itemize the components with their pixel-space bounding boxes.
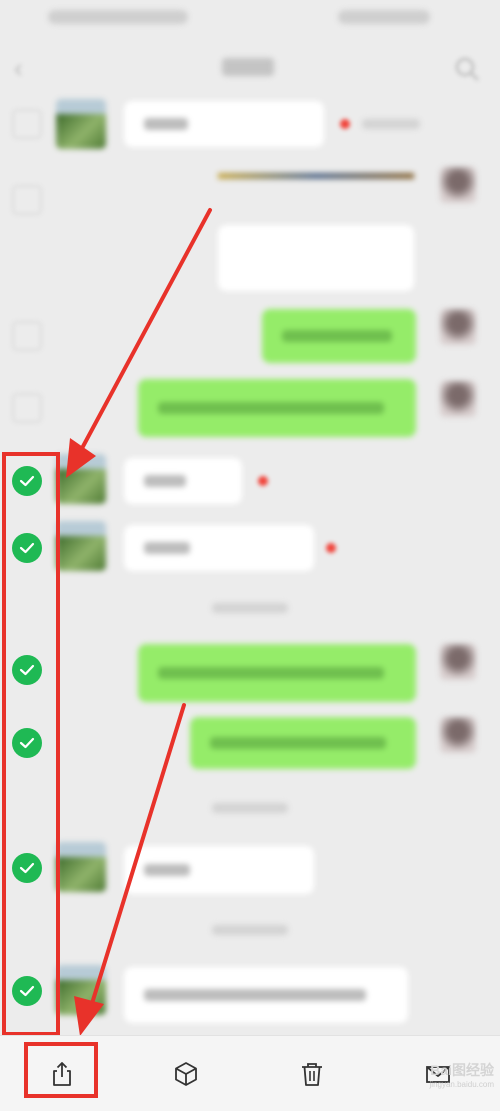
watermark-brand: Bai图经验: [430, 1062, 494, 1078]
message-bubble[interactable]: [124, 846, 314, 894]
avatar: [56, 842, 106, 892]
message-row[interactable]: [0, 838, 500, 900]
message-checkbox[interactable]: [12, 185, 42, 215]
message-meta: [362, 119, 420, 129]
message-bubble[interactable]: [190, 717, 416, 769]
message-checkbox[interactable]: [12, 109, 42, 139]
avatar: [56, 965, 106, 1015]
avatar: [440, 381, 476, 417]
message-row[interactable]: [0, 95, 500, 155]
message-row[interactable]: [0, 155, 500, 295]
message-row[interactable]: [0, 517, 500, 579]
chat-message-list: [0, 95, 500, 1035]
status-bar-left-info: [48, 10, 188, 24]
message-row[interactable]: [0, 713, 500, 773]
watermark-domain: jingyan.baidu.com: [429, 1080, 494, 1089]
shared-card-image: [218, 173, 414, 179]
status-bar: [0, 0, 500, 40]
message-row[interactable]: [0, 305, 500, 367]
message-row[interactable]: [0, 450, 500, 512]
status-bar-right-info: [338, 10, 430, 24]
message-checkbox[interactable]: [12, 393, 42, 423]
message-row[interactable]: [0, 961, 500, 1027]
unread-dot: [340, 119, 350, 129]
message-bubble[interactable]: [138, 379, 416, 437]
share-highlight-box: [24, 1042, 98, 1098]
nav-bar: ‹: [0, 40, 500, 95]
avatar: [56, 454, 106, 504]
message-bubble[interactable]: [124, 525, 314, 571]
message-bubble[interactable]: [138, 644, 416, 702]
chat-title: [222, 58, 274, 76]
message-row[interactable]: [0, 640, 500, 704]
avatar: [440, 167, 476, 203]
timestamp: [212, 803, 288, 813]
message-bubble[interactable]: [124, 101, 324, 147]
message-bubble[interactable]: [262, 309, 416, 363]
delete-button[interactable]: [292, 1054, 332, 1094]
selection-highlight-box: [2, 452, 60, 1036]
timestamp: [212, 925, 288, 935]
shared-card-bubble[interactable]: [218, 225, 414, 291]
search-icon[interactable]: [452, 54, 482, 84]
trash-icon: [302, 1063, 322, 1086]
avatar: [440, 644, 476, 680]
watermark: Bai图经验 jingyan.baidu.com: [382, 1060, 494, 1100]
avatar: [440, 309, 476, 345]
timestamp: [212, 603, 288, 613]
message-row[interactable]: [0, 375, 500, 439]
unread-dot: [326, 543, 336, 553]
avatar: [56, 521, 106, 571]
message-checkbox[interactable]: [12, 321, 42, 351]
message-bubble[interactable]: [124, 458, 242, 504]
back-icon[interactable]: ‹: [14, 54, 38, 82]
cube-icon: [175, 1062, 197, 1086]
message-bubble[interactable]: [124, 967, 408, 1023]
unread-dot: [258, 476, 268, 486]
avatar: [440, 717, 476, 753]
avatar: [56, 99, 106, 149]
favorite-button[interactable]: [166, 1054, 206, 1094]
